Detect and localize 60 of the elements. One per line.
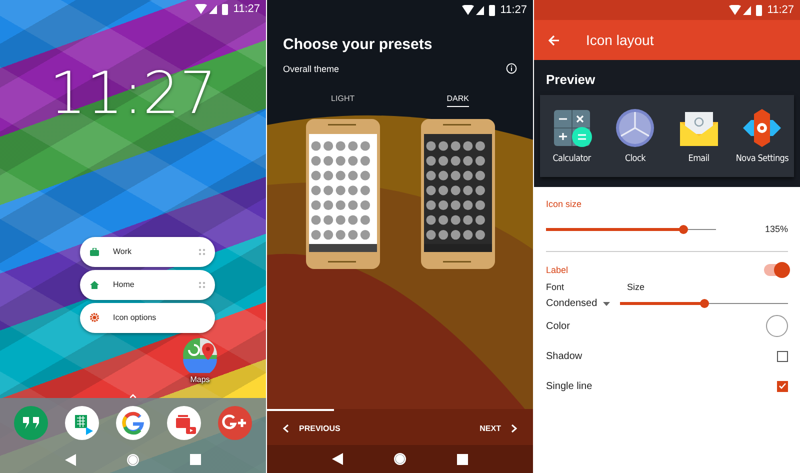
option-label: Single line bbox=[546, 380, 592, 392]
app-label: Email bbox=[688, 154, 710, 164]
app-label: Nova Settings bbox=[736, 154, 789, 164]
preview-title: Preview bbox=[545, 72, 596, 87]
shortcut-menu-item[interactable]: Icon options bbox=[80, 302, 215, 333]
briefcase-icon bbox=[90, 248, 99, 256]
video-app-icon[interactable] bbox=[166, 404, 202, 441]
clock-icon bbox=[615, 108, 656, 148]
checkbox[interactable] bbox=[777, 350, 788, 362]
section-heading: Icon size bbox=[546, 199, 583, 209]
chevron-left-icon bbox=[283, 424, 289, 432]
gear-hexagon-icon bbox=[741, 108, 784, 148]
app-label: Clock bbox=[625, 154, 646, 164]
google-g-icon[interactable] bbox=[114, 404, 151, 441]
option-label: Color bbox=[546, 320, 570, 332]
chevron-right-icon bbox=[511, 424, 517, 432]
section-heading: Label bbox=[546, 265, 568, 275]
toggle-switch[interactable] bbox=[764, 264, 788, 276]
option-label: Shadow bbox=[546, 350, 582, 362]
settings-icon bbox=[90, 313, 99, 322]
previous-button[interactable]: PREVIOUS bbox=[279, 420, 344, 436]
next-button[interactable]: NEXT bbox=[476, 420, 521, 436]
field-label: Font bbox=[546, 282, 566, 292]
slider-thumb[interactable] bbox=[679, 224, 688, 234]
status-time: 11:27 bbox=[767, 4, 794, 16]
drag-handle-icon[interactable] bbox=[199, 282, 205, 288]
shortcut-menu-item[interactable]: Work bbox=[80, 236, 215, 267]
status-time: 11:27 bbox=[233, 3, 260, 16]
quote-bubble-app-icon[interactable] bbox=[13, 404, 50, 441]
recents-icon[interactable] bbox=[457, 454, 468, 464]
drag-handle-icon[interactable] bbox=[199, 248, 205, 255]
google-plus-app-icon[interactable] bbox=[216, 404, 253, 441]
spreadsheet-app-icon[interactable] bbox=[64, 404, 100, 441]
page-title: Choose your presets bbox=[282, 35, 434, 53]
app-label: Maps bbox=[189, 374, 211, 384]
color-swatch[interactable] bbox=[766, 315, 788, 337]
font-dropdown[interactable]: Condensed bbox=[546, 298, 610, 309]
info-icon[interactable] bbox=[506, 63, 517, 74]
section-label: Overall theme bbox=[283, 64, 340, 74]
shortcut-menu-item[interactable]: Home bbox=[80, 270, 215, 300]
field-label: Size bbox=[627, 282, 645, 292]
status-time: 11:27 bbox=[500, 4, 527, 16]
toolbar-title: Icon layout bbox=[586, 32, 654, 48]
back-arrow-icon[interactable] bbox=[548, 34, 560, 46]
home-icon bbox=[90, 280, 99, 289]
back-icon[interactable] bbox=[332, 453, 344, 465]
status-icons bbox=[462, 4, 496, 16]
app-label: Calculator bbox=[552, 154, 591, 164]
theme-tab[interactable]: DARK bbox=[446, 94, 469, 107]
phone-preview-drawing[interactable] bbox=[306, 119, 380, 269]
theme-tab[interactable]: LIGHT bbox=[331, 94, 355, 107]
caret-down-icon bbox=[603, 302, 610, 306]
checkbox[interactable] bbox=[777, 380, 788, 392]
slider-reading: 135% bbox=[764, 224, 788, 234]
slider-thumb[interactable] bbox=[700, 299, 709, 308]
status-icons bbox=[729, 4, 764, 16]
home-icon[interactable] bbox=[393, 452, 408, 466]
phone-preview-drawing[interactable] bbox=[420, 119, 494, 269]
map-pin-app-icon[interactable] bbox=[182, 336, 218, 373]
status-icons bbox=[195, 4, 230, 15]
